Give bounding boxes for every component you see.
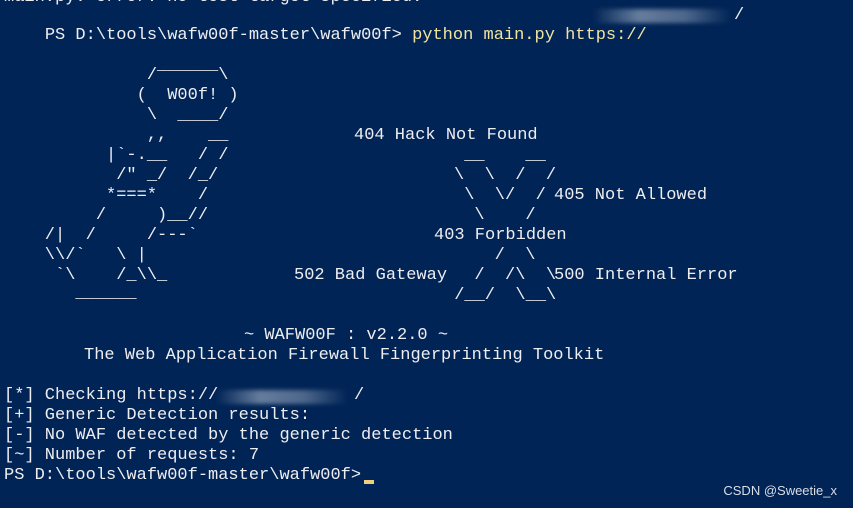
ascii-line: \\/` \ | [4, 246, 147, 265]
ascii-line: /" _/ /_/ [4, 166, 219, 185]
ascii-line: \ ____/ [4, 106, 229, 125]
waf-message-404: 404 Hack Not Found [354, 126, 538, 145]
x-art-line: \ \ / / [454, 166, 557, 185]
ascii-line: ,, __ [4, 126, 229, 145]
x-art-line: /__/ \__\ [444, 286, 557, 305]
waf-message-500: 500 Internal Error [554, 266, 738, 285]
prompt: PS D:\tools\wafw00f-master\wafw00f> [44, 26, 402, 45]
text-cursor [364, 480, 374, 484]
x-art-line: \ \/ / [454, 186, 546, 205]
ascii-line: *===* / [4, 186, 209, 205]
ascii-line: /| / /---` [4, 226, 198, 245]
banner-title: ~ WAFW00F : v2.2.0 ~ [244, 326, 449, 345]
command-text: python main.py https:// [412, 26, 647, 45]
x-art-line: / /\ \ [454, 266, 557, 285]
waf-message-403: 403 Forbidden [434, 226, 567, 245]
ascii-line: ______ [4, 284, 137, 303]
final-prompt: PS D:\tools\wafw00f-master\wafw00f> [4, 466, 362, 485]
ascii-line: / \ [4, 66, 229, 85]
watermark: CSDN @Sweetie_x [723, 483, 837, 498]
x-art-line: / \ [464, 246, 536, 265]
ascii-line: / )__// [4, 206, 209, 225]
waf-message-502: 502 Bad Gateway [294, 266, 448, 285]
checking-line: [*] Checking https:// [4, 386, 219, 405]
command-line: PS D:\tools\wafw00f-master\wafw00f> pyth… [4, 6, 647, 45]
banner-subtitle: The Web Application Firewall Fingerprint… [84, 346, 605, 365]
redacted-url [593, 9, 731, 23]
ascii-line: ( W00f! ) [4, 86, 239, 105]
waf-message-405: 405 Not Allowed [554, 186, 708, 205]
terminal-window[interactable]: main.py: error: no test target specified… [0, 0, 853, 508]
x-art-line: \ / [454, 206, 536, 225]
checking-url-tail: / [354, 386, 365, 405]
command-url-tail: / [734, 6, 745, 25]
result-line: [+] Generic Detection results: [4, 406, 311, 425]
redacted-url [216, 390, 348, 404]
result-line: [~] Number of requests: 7 [4, 446, 260, 465]
ascii-line: |`-.__ / / [4, 146, 229, 165]
ascii-line: `\ /_\\_ [4, 266, 168, 285]
x-art-line: __ __ [454, 146, 546, 165]
result-line: [-] No WAF detected by the generic detec… [4, 426, 453, 445]
